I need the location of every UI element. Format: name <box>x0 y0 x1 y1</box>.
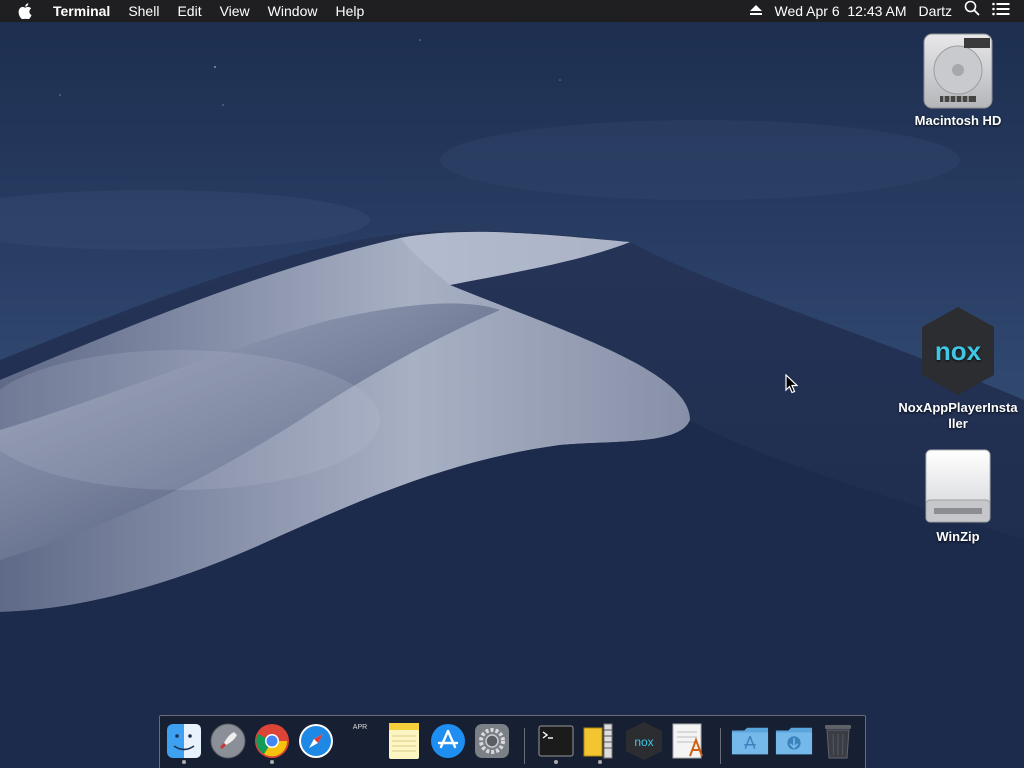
running-indicator <box>182 760 186 764</box>
dock-separator <box>524 728 525 764</box>
gear-icon <box>475 724 509 758</box>
desktop-icon-label: NoxAppPlayerInstaller <box>898 400 1018 431</box>
app-store-icon <box>431 724 465 758</box>
launchpad-rocket-icon <box>210 723 246 759</box>
menu-help[interactable]: Help <box>326 0 373 22</box>
winzip-archive-icon <box>583 723 613 759</box>
textedit-icon <box>672 723 703 759</box>
menu-window[interactable]: Window <box>259 0 327 22</box>
desktop-icon-label: WinZip <box>936 529 980 544</box>
dock-item-finder[interactable] <box>165 721 203 764</box>
apple-menu-icon[interactable] <box>0 3 44 19</box>
nox-app-icon: nox <box>922 307 994 395</box>
mouse-cursor-icon <box>785 374 799 394</box>
nox-logo-text: nox <box>935 336 982 366</box>
dock: APR nox <box>159 715 866 768</box>
dock-separator <box>720 728 721 764</box>
menu-clock[interactable]: Wed Apr 6 12:43 AM <box>769 0 913 22</box>
applications-folder-icon <box>731 727 769 755</box>
menu-extras: Wed Apr 6 12:43 AM Dartz <box>743 0 1024 22</box>
external-drive-icon <box>925 449 991 523</box>
menu-user[interactable]: Dartz <box>913 0 958 22</box>
notification-center-icon[interactable] <box>986 0 1024 22</box>
nox-logo-text: nox <box>634 735 653 749</box>
dock-item-nox[interactable]: nox <box>625 721 663 761</box>
running-indicator <box>554 760 558 764</box>
desktop-icon-winzip[interactable]: WinZip <box>898 446 1018 545</box>
dock-item-textedit[interactable] <box>669 721 707 761</box>
dock-item-notes[interactable] <box>385 721 423 761</box>
menu-shell[interactable]: Shell <box>119 0 168 22</box>
calendar-month-label: APR <box>352 724 368 731</box>
nox-app-icon: nox <box>626 722 662 760</box>
dock-item-terminal[interactable] <box>537 721 575 764</box>
dock-item-downloads-folder[interactable] <box>775 721 813 761</box>
dock-item-applications-folder[interactable] <box>731 721 769 761</box>
dock-item-winzip[interactable] <box>581 721 619 764</box>
trash-icon <box>825 725 851 759</box>
desktop-icon-label: Macintosh HD <box>914 113 1002 128</box>
dock-item-trash[interactable] <box>819 721 857 761</box>
chrome-icon <box>255 724 289 758</box>
hard-drive-icon <box>923 33 993 109</box>
eject-icon[interactable] <box>743 0 769 22</box>
menu-edit[interactable]: Edit <box>168 0 210 22</box>
dock-item-safari[interactable] <box>297 721 335 761</box>
downloads-folder-icon <box>775 727 813 755</box>
terminal-icon <box>538 725 574 757</box>
desktop-icon-macintosh-hd[interactable]: Macintosh HD <box>898 30 1018 129</box>
running-indicator <box>598 760 602 764</box>
desktop-icon-nox-installer[interactable]: nox NoxAppPlayerInstaller <box>898 305 1018 432</box>
finder-icon <box>167 724 201 758</box>
wallpaper <box>0 0 1024 768</box>
desktop: Terminal Shell Edit View Window Help Wed… <box>0 0 1024 768</box>
safari-compass-icon <box>299 724 333 758</box>
dock-item-system-preferences[interactable] <box>473 721 511 761</box>
spotlight-search-icon[interactable] <box>958 0 986 22</box>
calendar-icon: APR <box>343 724 377 758</box>
running-indicator <box>270 760 274 764</box>
dock-item-chrome[interactable] <box>253 721 291 764</box>
menu-bar: Terminal Shell Edit View Window Help Wed… <box>0 0 1024 22</box>
menu-view[interactable]: View <box>211 0 259 22</box>
dock-item-launchpad[interactable] <box>209 721 247 761</box>
dock-item-calendar[interactable]: APR <box>341 721 379 761</box>
notes-icon <box>389 723 419 759</box>
app-menu-terminal[interactable]: Terminal <box>44 0 119 22</box>
dock-item-app-store[interactable] <box>429 721 467 761</box>
